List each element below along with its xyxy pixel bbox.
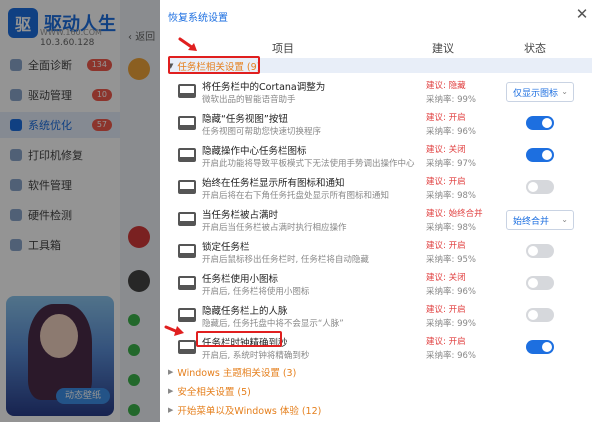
dialog-title: 恢复系统设置 [168, 13, 228, 24]
setting-suggestion: 建议: 隐藏 [426, 81, 466, 91]
setting-suggestion: 建议: 开启 [426, 113, 466, 123]
taskbar-icon [178, 116, 196, 130]
table-row: 将任务栏中的Cortana调整为 微软出品的智能语音助手 建议: 隐藏 采纳率:… [170, 76, 592, 108]
group-label: 开始菜单以及Windows 体验 (12) [177, 405, 322, 417]
setting-suggestion: 建议: 关闭 [426, 273, 466, 283]
chevron-down-icon: ⌄ [561, 87, 568, 96]
status-control: 始终合并 ⌄ [506, 210, 574, 230]
group-header-windows-theme[interactable]: ▶ Windows 主题相关设置 (3) [168, 364, 592, 379]
taskbar-icon [178, 308, 196, 322]
close-icon[interactable]: ✕ [574, 6, 590, 22]
setting-toggle[interactable] [526, 180, 554, 194]
annotation-box-group [168, 56, 260, 74]
annotation-arrow-icon [178, 37, 197, 51]
adoption-rate: 采纳率: 98% [426, 223, 476, 233]
setting-name: 隐藏操作中心任务栏图标 [202, 146, 307, 157]
setting-suggestion: 建议: 开启 [426, 177, 466, 187]
setting-name: 任务栏使用小图标 [202, 274, 279, 285]
adoption-rate: 采纳率: 96% [426, 127, 476, 137]
status-control [506, 242, 554, 258]
caret-right-icon: ▶ [168, 367, 174, 376]
setting-description: 开启后将在右下角任务托盘处显示所有图标和通知 [202, 191, 390, 201]
status-control: 仅显示图标 ⌄ [506, 82, 574, 102]
setting-name: 隐藏“任务视图”按钮 [202, 114, 288, 125]
setting-suggestion: 建议: 开启 [426, 241, 466, 251]
table-row: 锁定任务栏 开启后鼠标移出任务栏时, 任务栏将自动隐藏 建议: 开启 采纳率: … [170, 236, 592, 268]
restore-settings-dialog: 恢复系统设置 ✕ 项目 建议 状态 ▼ 任务栏相关设置 (9) 将任务栏中的Co… [160, 0, 600, 422]
setting-suggestion: 建议: 关闭 [426, 145, 466, 155]
table-row: 始终在任务栏显示所有图标和通知 开启后将在右下角任务托盘处显示所有图标和通知 建… [170, 172, 592, 204]
column-header-suggest: 建议 [432, 42, 454, 55]
table-row: 隐藏“任务视图”按钮 任务视图可帮助您快速切换程序 建议: 开启 采纳率: 96… [170, 108, 592, 140]
option-select[interactable]: 始终合并 ⌄ [506, 210, 574, 230]
setting-toggle[interactable] [526, 308, 554, 322]
annotation-arrow-icon [164, 325, 184, 336]
table-row: 隐藏任务栏上的人脉 隐藏后, 任务托盘中将不会显示“人脉” 建议: 开启 采纳率… [170, 300, 592, 332]
select-value: 仅显示图标 [513, 88, 559, 99]
taskbar-icon [178, 180, 196, 194]
group-header-security[interactable]: ▶ 安全相关设置 (5) [168, 383, 592, 398]
annotation-box-row [196, 331, 282, 347]
setting-description: 开启后鼠标移出任务栏时, 任务栏将自动隐藏 [202, 255, 369, 265]
setting-description: 开启后, 系统时钟将精确到秒 [202, 351, 310, 361]
setting-suggestion: 建议: 开启 [426, 337, 466, 347]
adoption-rate: 采纳率: 96% [426, 287, 476, 297]
adoption-rate: 采纳率: 98% [426, 191, 476, 201]
column-header-item: 项目 [272, 42, 294, 55]
taskbar-icon [178, 244, 196, 258]
adoption-rate: 采纳率: 99% [426, 95, 476, 105]
status-control [506, 274, 554, 290]
setting-toggle[interactable] [526, 148, 554, 162]
setting-toggle[interactable] [526, 244, 554, 258]
status-control [506, 306, 554, 322]
taskbar-icon [178, 340, 196, 354]
setting-description: 微软出品的智能语音助手 [202, 95, 296, 105]
group-label: 安全相关设置 (5) [177, 386, 251, 398]
setting-description: 开启此功能将导致平板模式下无法使用手势调出操作中心 [202, 159, 415, 169]
setting-toggle[interactable] [526, 116, 554, 130]
setting-description: 任务视图可帮助您快速切换程序 [202, 127, 322, 137]
table-row: 任务栏使用小图标 开启后, 任务栏将使用小图标 建议: 关闭 采纳率: 96% [170, 268, 592, 300]
table-row: 当任务栏被占满时 开启后当任务栏被占满时执行相应操作 建议: 始终合并 采纳率:… [170, 204, 592, 236]
taskbar-icon [178, 148, 196, 162]
chevron-down-icon: ⌄ [561, 215, 568, 224]
group-label: Windows 主题相关设置 (3) [177, 367, 297, 379]
adoption-rate: 采纳率: 95% [426, 255, 476, 265]
table-row: 隐藏操作中心任务栏图标 开启此功能将导致平板模式下无法使用手势调出操作中心 建议… [170, 140, 592, 172]
adoption-rate: 采纳率: 97% [426, 159, 476, 169]
adoption-rate: 采纳率: 96% [426, 351, 476, 361]
taskbar-icon [178, 212, 196, 226]
taskbar-icon [178, 84, 196, 98]
status-control [506, 146, 554, 162]
setting-suggestion: 建议: 开启 [426, 305, 466, 315]
setting-name: 始终在任务栏显示所有图标和通知 [202, 178, 345, 189]
taskbar-icon [178, 276, 196, 290]
adoption-rate: 采纳率: 99% [426, 319, 476, 329]
setting-description: 开启后当任务栏被占满时执行相应操作 [202, 223, 347, 233]
setting-description: 开启后, 任务栏将使用小图标 [202, 287, 310, 297]
option-select[interactable]: 仅显示图标 ⌄ [506, 82, 574, 102]
setting-toggle[interactable] [526, 276, 554, 290]
setting-toggle[interactable] [526, 340, 554, 354]
setting-name: 将任务栏中的Cortana调整为 [202, 82, 326, 93]
group-header-start-menu[interactable]: ▶ 开始菜单以及Windows 体验 (12) [168, 402, 592, 417]
status-control [506, 178, 554, 194]
status-control [506, 338, 554, 354]
column-header-status: 状态 [524, 42, 546, 55]
setting-name: 隐藏任务栏上的人脉 [202, 306, 288, 317]
status-control [506, 114, 554, 130]
setting-name: 锁定任务栏 [202, 242, 250, 253]
select-value: 始终合并 [513, 216, 550, 227]
setting-suggestion: 建议: 始终合并 [426, 209, 483, 219]
setting-name: 当任务栏被占满时 [202, 210, 279, 221]
settings-list: 将任务栏中的Cortana调整为 微软出品的智能语音助手 建议: 隐藏 采纳率:… [170, 76, 592, 364]
setting-description: 隐藏后, 任务托盘中将不会显示“人脉” [202, 319, 344, 329]
caret-right-icon: ▶ [168, 386, 174, 395]
caret-right-icon: ▶ [168, 405, 174, 414]
